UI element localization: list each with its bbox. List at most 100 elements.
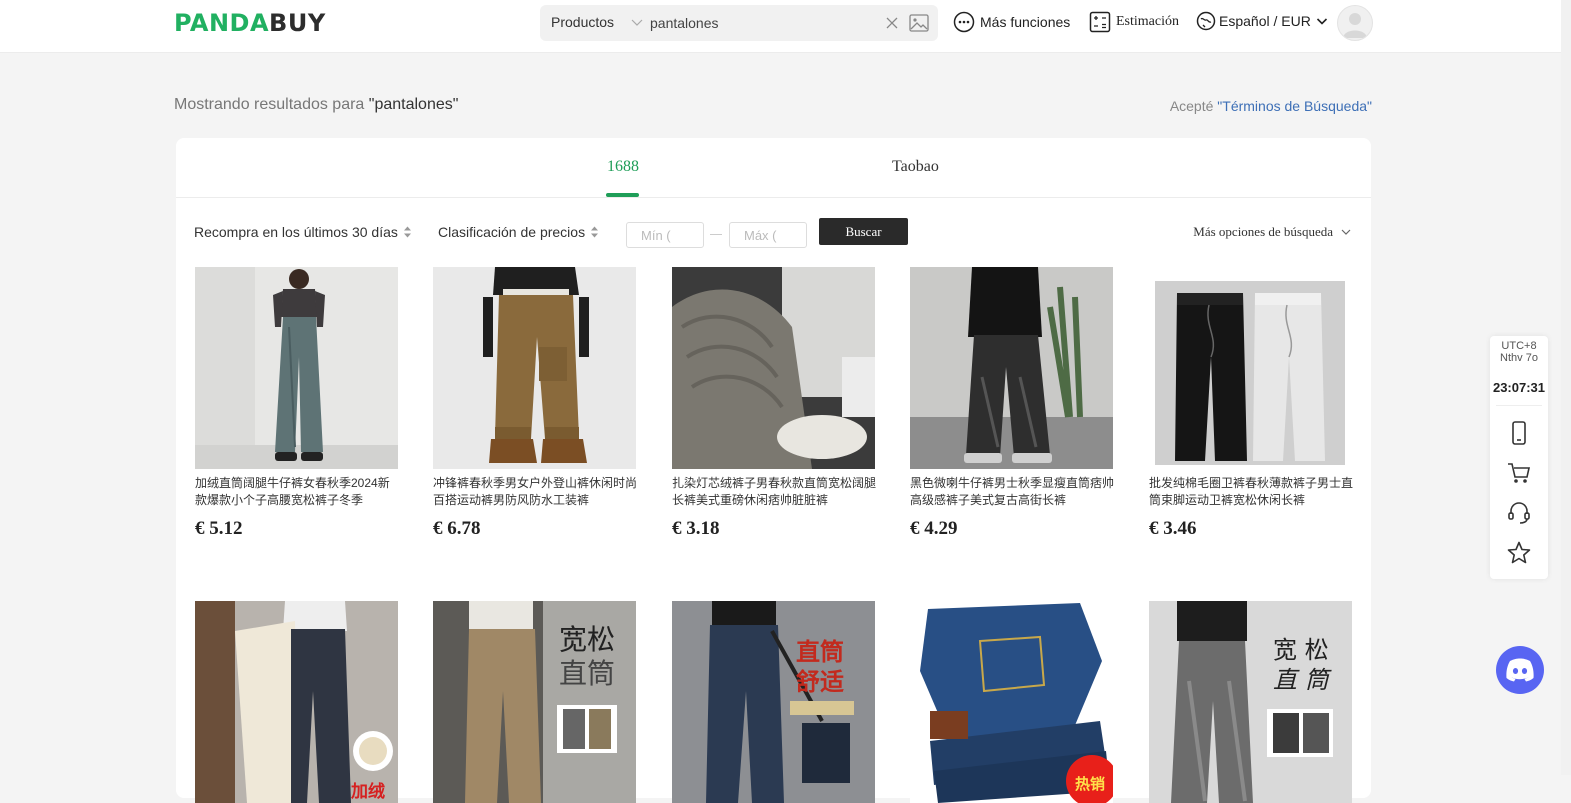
scrollbar[interactable] (1561, 0, 1571, 775)
search-category-select[interactable]: Productos (551, 14, 614, 30)
repurchase-sort-label: Recompra en los últimos 30 días (194, 224, 398, 240)
product-title[interactable]: 批发纯棉毛圈卫裤春秋薄款裤子男士直筒束脚运动卫裤宽松休闲长裤 (1149, 475, 1355, 509)
active-tab-indicator (606, 193, 639, 197)
product-price: € 5.12 (195, 518, 243, 539)
product-title[interactable]: 扎染灯芯绒裤子男春秋款直筒宽松阔腿长裤美式重磅休闲痞帅脏脏裤 (672, 475, 878, 509)
more-search-options-label: Más opciones de búsqueda (1193, 224, 1333, 239)
estimation-label: Estimación (1116, 14, 1179, 29)
repurchase-sort[interactable]: Recompra en los últimos 30 días (194, 224, 412, 240)
chevron-down-icon (1341, 229, 1351, 235)
source-tabs: 1688 Taobao (176, 138, 1371, 198)
badge-line: 直筒 (559, 657, 616, 690)
product-card[interactable]: 扎染灯芯绒裤子男春秋款直筒宽松阔腿长裤美式重磅休闲痞帅脏脏裤 € 3.18 (672, 267, 878, 540)
results-query: "pantalones" (368, 96, 459, 113)
badge-line: 直 筒 (1273, 666, 1329, 694)
tab-taobao[interactable]: Taobao (892, 158, 939, 176)
divider (1496, 405, 1542, 406)
language-currency-label: Español / EUR (1219, 13, 1311, 29)
product-card[interactable]: 加绒直筒阔腿牛仔裤女春秋季2024新款爆款小个子高腰宽松裤子冬季 € 5.12 (195, 267, 401, 540)
product-image[interactable] (672, 267, 875, 469)
product-photo-corduroy-pants (672, 267, 875, 469)
product-badge: 宽松 直筒 (559, 623, 615, 691)
image-search-icon[interactable] (909, 14, 929, 32)
product-card[interactable]: 宽 松 直 筒 (1149, 601, 1355, 803)
product-card[interactable]: 冲锋裤春秋季男女户外登山裤休闲时尚百搭运动裤男防风防水工装裤 € 6.78 (433, 267, 639, 540)
badge-line: 直筒 (796, 638, 844, 666)
product-photo-jeans (195, 267, 398, 469)
product-image[interactable]: 加绒 (195, 601, 398, 803)
results-prefix: Mostrando resultados para (174, 96, 369, 113)
product-photo-fleece-pants (195, 601, 398, 803)
close-icon[interactable] (885, 16, 899, 30)
product-image[interactable] (910, 267, 1113, 469)
timezone-line: Nthv 7o (1500, 352, 1538, 364)
clock-time: 23:07:31 (1492, 380, 1546, 395)
side-toolbar: UTC+8 Nthv 7o 23:07:31 (1490, 336, 1548, 579)
terms-notice: Acepté "Términos de Búsqueda" (1170, 98, 1372, 114)
price-sort-label: Clasificación de precios (438, 224, 586, 240)
price-sort[interactable]: Clasificación de precios (438, 224, 599, 240)
more-search-options[interactable]: Más opciones de búsqueda (1193, 224, 1351, 240)
logo-text-green: PANDA (174, 9, 270, 37)
product-card[interactable]: 黑色微喇牛仔裤男士秋季显瘦直筒痞帅高级感裤子美式复古高街长裤 € 4.29 (910, 267, 1116, 540)
product-image[interactable] (1149, 267, 1352, 469)
product-image[interactable]: 宽 松 直 筒 (1149, 601, 1352, 803)
product-card[interactable]: 直筒 舒适 (672, 601, 878, 803)
timezone-label: UTC+8 Nthv 7o (1490, 340, 1548, 364)
pandabuy-logo[interactable]: PANDABUY (174, 9, 326, 37)
product-image[interactable] (433, 267, 636, 469)
avatar[interactable] (1337, 5, 1373, 41)
badge-line: 宽松 (559, 623, 616, 656)
tab-1688[interactable]: 1688 (607, 158, 639, 176)
search-button[interactable]: Buscar (819, 218, 908, 245)
product-image[interactable]: 直筒 舒适 (672, 601, 875, 803)
max-price-input[interactable]: Máx ( (729, 222, 807, 248)
product-title[interactable]: 黑色微喇牛仔裤男士秋季显瘦直筒痞帅高级感裤子美式复古高街长裤 (910, 475, 1116, 509)
cart-icon[interactable] (1506, 460, 1532, 486)
product-card[interactable]: 宽松 直筒 (433, 601, 639, 803)
results-summary: Mostrando resultados para "pantalones" (174, 96, 458, 114)
product-price: € 6.78 (433, 518, 481, 539)
product-card[interactable]: 批发纯棉毛圈卫裤春秋薄款裤子男士直筒束脚运动卫裤宽松休闲长裤 € 3.46 (1149, 267, 1355, 540)
product-photo-dark-jeans (672, 601, 875, 803)
calculator-icon (1089, 11, 1111, 33)
more-functions-button[interactable]: Más funciones (953, 11, 1070, 33)
star-icon[interactable] (1506, 540, 1532, 566)
customer-service-icon[interactable] (1506, 500, 1532, 526)
language-currency-selector[interactable]: Español / EUR (1196, 11, 1328, 31)
product-card[interactable]: 加绒 (195, 601, 401, 803)
terms-link[interactable]: "Términos de Búsqueda" (1217, 98, 1372, 114)
product-image[interactable] (195, 267, 398, 469)
product-photo-wide-jeans (1149, 601, 1352, 803)
product-price: € 3.18 (672, 518, 720, 539)
product-title[interactable]: 加绒直筒阔腿牛仔裤女春秋季2024新款爆款小个子高腰宽松裤子冬季 (195, 475, 401, 509)
top-header: PANDABUY Productos Más funciones Estimac… (0, 0, 1571, 53)
min-price-input[interactable]: Mín ( (626, 222, 704, 248)
hot-sale-badge: 热销 (1075, 775, 1106, 793)
product-image[interactable]: 热销 (910, 601, 1113, 803)
product-price: € 3.46 (1149, 518, 1197, 539)
terms-prefix: Acepté (1169, 98, 1218, 114)
sort-icon (591, 226, 599, 238)
chevron-down-icon[interactable] (630, 15, 644, 29)
search-input[interactable] (650, 12, 880, 34)
price-range-dash (710, 234, 722, 235)
discord-icon (1506, 658, 1534, 682)
results-card: 1688 Taobao Recompra en los últimos 30 d… (176, 138, 1371, 803)
product-title[interactable]: 冲锋裤春秋季男女户外登山裤休闲时尚百搭运动裤男防风防水工装裤 (433, 475, 639, 509)
product-card[interactable]: 热销 (910, 601, 1116, 803)
discord-button[interactable] (1496, 646, 1544, 694)
badge-line: 宽 松 (1273, 636, 1329, 664)
logo-text-dark: BUY (269, 9, 326, 37)
sort-icon (403, 226, 411, 238)
estimation-button[interactable]: Estimación (1089, 11, 1179, 33)
more-functions-label: Más funciones (980, 14, 1071, 30)
more-dots-icon (953, 11, 975, 33)
product-badge: 宽 松 直 筒 (1273, 635, 1329, 695)
product-photo-sweatpants (1149, 267, 1352, 469)
product-photo-cargo-pants (433, 267, 636, 469)
chevron-down-icon (1316, 18, 1327, 25)
product-image[interactable]: 宽松 直筒 (433, 601, 636, 803)
user-icon (1343, 13, 1367, 38)
mobile-phone-icon[interactable] (1506, 420, 1532, 446)
